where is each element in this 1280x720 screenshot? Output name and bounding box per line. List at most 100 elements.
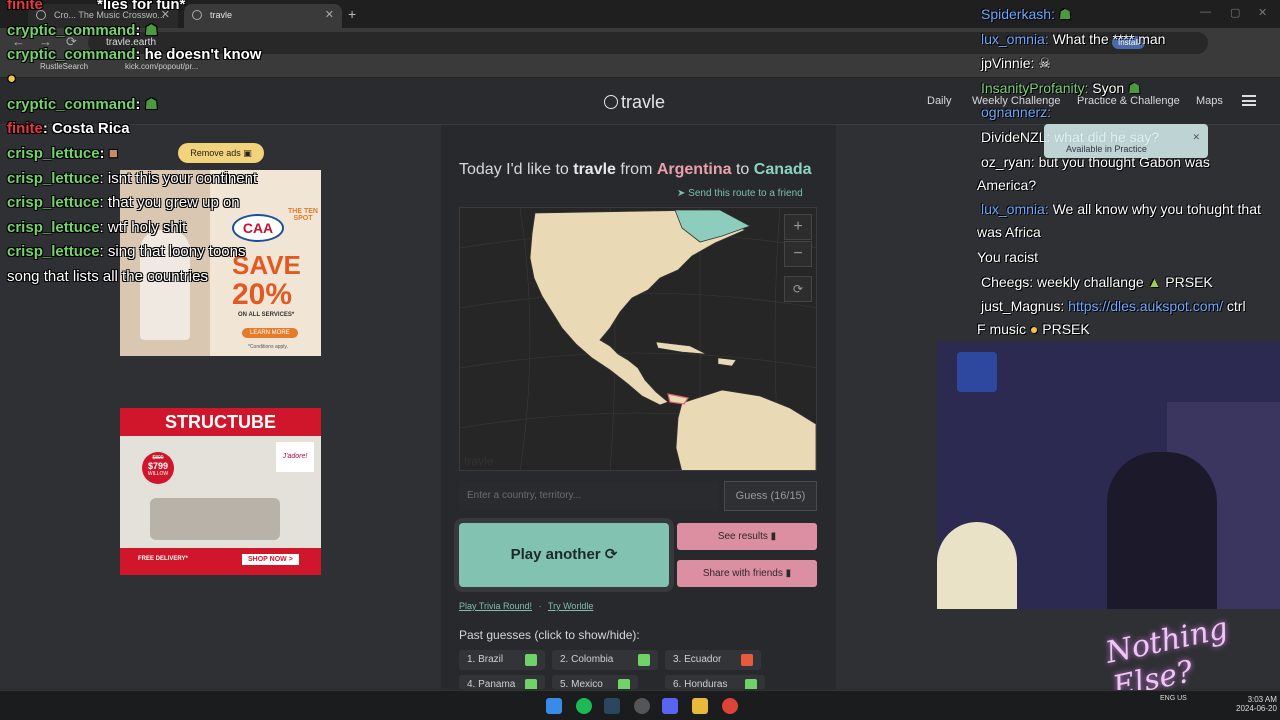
chat-user: crisp_lettuce bbox=[7, 170, 100, 187]
share-button[interactable]: Share with friends ▮ bbox=[677, 560, 817, 587]
tab-label: travle bbox=[210, 10, 233, 20]
see-results-button[interactable]: See results ▮ bbox=[677, 523, 817, 550]
clipboard-icon: ▮ bbox=[785, 568, 792, 579]
mascot-sticker bbox=[937, 522, 1017, 609]
chat-line: You racist bbox=[977, 249, 1038, 265]
paper-plane-icon: ➤ bbox=[677, 188, 689, 199]
world-map[interactable]: + − ⟳ travle bbox=[459, 207, 817, 471]
trivia-link[interactable]: Play Trivia Round! bbox=[459, 601, 532, 611]
nav-daily[interactable]: Daily bbox=[927, 95, 951, 107]
chat-msg: America? bbox=[977, 177, 1037, 193]
chat-line: crisp_lettuce: that you grew up on bbox=[7, 194, 240, 211]
chat-line: lux_omnia: We all know why you tohught t… bbox=[981, 201, 1261, 217]
map-watermark: travle bbox=[464, 454, 494, 468]
zoom-in-button[interactable]: + bbox=[784, 214, 812, 240]
chat-msg: F music bbox=[977, 321, 1026, 337]
tab-favicon-icon bbox=[192, 10, 202, 20]
country-input[interactable]: Enter a country, territory... bbox=[459, 481, 719, 511]
language-indicator[interactable]: ENG US bbox=[1160, 695, 1187, 702]
nav-maps[interactable]: Maps bbox=[1196, 95, 1223, 107]
system-clock[interactable]: 3:03 AM 2024-06-20 bbox=[1236, 695, 1277, 713]
chat-user: crisp_lettuce bbox=[7, 145, 100, 162]
chat-user: finite bbox=[7, 120, 43, 137]
structube-ad[interactable]: STRUCTUBE $899 $799 WILLOW J'adore! FREE… bbox=[120, 408, 321, 575]
extra-links: Play Trivia Round! · Try Worldle bbox=[459, 601, 593, 611]
new-tab-icon[interactable]: + bbox=[348, 6, 356, 22]
skull-icon: ☠ bbox=[1038, 55, 1051, 71]
guess-item[interactable]: 2. Colombia bbox=[552, 650, 658, 670]
guess-item[interactable]: 4. Panama bbox=[459, 675, 545, 689]
logo-text: travle bbox=[621, 92, 666, 112]
guess-name: Colombia bbox=[571, 654, 614, 665]
browser-tab-bar: Cro... The Music Crosswo... ✕ travle ✕ +… bbox=[0, 0, 1280, 28]
shop-now-button[interactable]: SHOP NOW > bbox=[242, 554, 299, 565]
chat-msg: *lies for fun* bbox=[97, 0, 186, 13]
face-emote-icon: ■ bbox=[108, 145, 118, 162]
chat-msg: just_Magnus: bbox=[981, 298, 1065, 314]
prompt-word: travle bbox=[573, 161, 616, 178]
guess-item[interactable]: 3. Ecuador bbox=[665, 650, 761, 670]
guess-num: 6. bbox=[673, 679, 682, 689]
bookmark-kick[interactable]: kick.com/popout/pr... bbox=[125, 62, 198, 71]
tooltip-popup: Available in Practice ✕ bbox=[1044, 124, 1208, 158]
jadore-tag: J'adore! bbox=[276, 442, 314, 472]
guess-item[interactable]: 6. Honduras bbox=[665, 675, 765, 689]
pepe-emote-icon: ☗ bbox=[144, 22, 159, 39]
chat-line: ● bbox=[7, 70, 16, 87]
chat-msg: isnt this your continent bbox=[107, 170, 258, 187]
chat-msg: he doesn't know bbox=[144, 46, 262, 63]
chat-line: song that lists all the countries bbox=[7, 268, 208, 285]
chat-line: finite *lies for fun* bbox=[7, 0, 185, 13]
past-guesses-title[interactable]: Past guesses (click to show/hide): bbox=[459, 628, 640, 642]
bar-chart-icon: ▮ bbox=[770, 531, 777, 542]
play-another-button[interactable]: Play another ⟳ bbox=[459, 523, 669, 587]
chat-msg: song that lists all the countries bbox=[7, 268, 208, 285]
check-icon bbox=[618, 679, 630, 689]
send-route-link[interactable]: ➤ Send this route to a friend bbox=[677, 188, 803, 199]
chat-line: jpVinnie: ☠ bbox=[981, 55, 1051, 72]
guess-num: 5. bbox=[560, 679, 569, 689]
minimize-icon[interactable]: — bbox=[1200, 6, 1211, 18]
check-icon bbox=[525, 679, 537, 689]
obs-icon[interactable] bbox=[634, 698, 650, 714]
play-another-label: Play another bbox=[510, 546, 601, 563]
clock-date: 2024-06-20 bbox=[1236, 704, 1277, 713]
guess-num: 3. bbox=[673, 654, 682, 665]
guess-item[interactable]: 5. Mexico bbox=[552, 675, 638, 689]
learn-more-button[interactable]: LEARN MORE bbox=[242, 328, 298, 338]
menu-icon[interactable] bbox=[1242, 95, 1256, 106]
bookmark-rustlesearch[interactable]: RustleSearch bbox=[40, 62, 88, 71]
guess-name: Brazil bbox=[478, 654, 504, 665]
chat-link[interactable]: https://dles.aukspot.com/ bbox=[1068, 298, 1223, 314]
spotify-icon[interactable] bbox=[576, 698, 592, 714]
window-close-icon[interactable]: ✕ bbox=[1258, 6, 1267, 19]
close-icon[interactable]: ✕ bbox=[1192, 132, 1200, 143]
ad-fine-print: *Conditions apply. bbox=[248, 344, 288, 350]
discord-icon[interactable] bbox=[662, 698, 678, 714]
zoom-out-button[interactable]: − bbox=[784, 241, 812, 267]
guess-name: Ecuador bbox=[684, 654, 722, 665]
chat-line: ognannerz: bbox=[981, 104, 1051, 120]
steam-icon[interactable] bbox=[604, 698, 620, 714]
ad-percent: 20% bbox=[232, 278, 293, 311]
cross-icon bbox=[741, 654, 753, 666]
worldle-link[interactable]: Try Worldle bbox=[548, 601, 594, 611]
chrome-icon[interactable] bbox=[722, 698, 738, 714]
site-logo[interactable]: travle bbox=[604, 92, 665, 113]
close-icon[interactable]: ✕ bbox=[325, 4, 334, 26]
tab-travle[interactable]: travle ✕ bbox=[184, 4, 342, 28]
folder-icon[interactable] bbox=[692, 698, 708, 714]
guess-num: 1. bbox=[467, 654, 476, 665]
reset-view-icon[interactable]: ⟳ bbox=[784, 276, 812, 302]
remove-ads-button[interactable]: Remove ads ▣ bbox=[178, 143, 264, 163]
guess-item[interactable]: 1. Brazil bbox=[459, 650, 545, 670]
guess-button[interactable]: Guess (16/15) bbox=[724, 481, 817, 511]
game-prompt: Today I'd like to travle from Argentina … bbox=[459, 161, 812, 179]
pepe-emote-icon: ☗ bbox=[1128, 80, 1141, 96]
taskbar: ENG US 3:03 AM 2024-06-20 bbox=[0, 690, 1280, 720]
link-separator: · bbox=[538, 601, 542, 611]
prompt-text: Today I'd like to bbox=[459, 161, 569, 178]
windows-start-icon[interactable] bbox=[546, 698, 562, 714]
chat-msg: PRSEK bbox=[1165, 274, 1213, 290]
maximize-icon[interactable]: ▢ bbox=[1230, 6, 1240, 19]
